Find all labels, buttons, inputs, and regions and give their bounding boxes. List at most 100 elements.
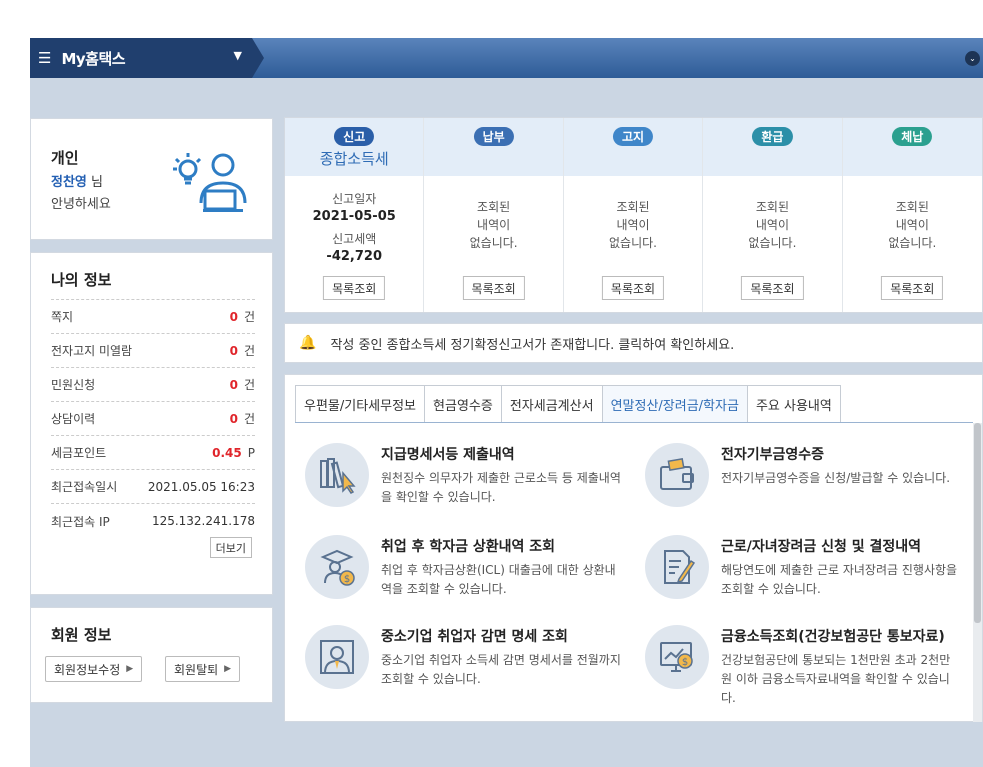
list-view-button[interactable]: 목록조회: [881, 276, 944, 300]
tab-year-end[interactable]: 연말정산/장려금/학자금: [601, 385, 747, 423]
info-row-message[interactable]: 쪽지 0건: [51, 300, 255, 334]
report-amount-label: 신고세액: [332, 232, 377, 246]
service-item-donation[interactable]: 전자기부금영수증 전자기부금영수증을 신청/발급할 수 있습니다.: [639, 443, 969, 523]
tab-bar: 우편물/기타세무정보 현금영수증 전자세금계산서 연말정산/장려금/학자금 주요…: [295, 385, 841, 423]
profile-card: 개인 정찬영 님 안녕하세요: [30, 118, 273, 240]
draft-notice-banner[interactable]: 🔔 작성 중인 종합소득세 정기확정신고서가 존재합니다. 클릭하여 확인하세요…: [284, 323, 983, 363]
member-info-title: 회원 정보: [51, 626, 112, 644]
service-item-title[interactable]: 지급명세서등 제출내역: [381, 445, 629, 465]
status-badge: 체납: [892, 127, 933, 146]
info-row-unit: 건: [243, 344, 255, 358]
status-col-refund: 환급 조회된 내역이 없습니다. 목록조회: [703, 118, 843, 312]
info-row-unit: 건: [243, 412, 255, 426]
scrollbar-thumb[interactable]: [974, 423, 981, 623]
service-item-financial-income[interactable]: $ 금융소득조회(건강보험공단 통보자료) 건강보험공단에 통보되는 1천만원 …: [639, 625, 969, 705]
empty-message: 없습니다.: [609, 236, 657, 250]
service-item-desc: 해당연도에 제출한 근로 자녀장려금 진행사항을 조회할 수 있습니다.: [721, 563, 958, 596]
service-item-title[interactable]: 취업 후 학자금 상환내역 조회: [381, 537, 629, 557]
my-hometax-menu[interactable]: ☰ My홈택스 ▼: [30, 38, 252, 78]
user-type-label: 개인: [51, 149, 79, 167]
edit-member-button[interactable]: 회원정보수정 ▶: [45, 656, 143, 682]
service-item-title[interactable]: 금융소득조회(건강보험공단 통보자료): [721, 627, 969, 647]
service-item-incentive[interactable]: 근로/자녀장려금 신청 및 결정내역 해당연도에 제출한 근로 자녀장려금 진행…: [639, 535, 969, 615]
wallet-icon: [645, 443, 709, 507]
service-item-desc: 건강보험공단에 통보되는 1천만원 초과 2천만원 이하 금융소득자료내역을 확…: [721, 653, 951, 705]
svg-text:$: $: [682, 657, 688, 668]
service-item-desc: 중소기업 취업자 소득세 감면 명세서를 전월까지 조회할 수 있습니다.: [381, 653, 621, 686]
service-item-desc: 취업 후 학자금상환(ICL) 대출금에 대한 상환내역을 조회할 수 있습니다…: [381, 563, 616, 596]
tab-mail[interactable]: 우편물/기타세무정보: [295, 385, 425, 423]
list-view-button[interactable]: 목록조회: [741, 276, 804, 300]
my-info-title: 나의 정보: [51, 271, 112, 289]
service-item-title[interactable]: 전자기부금영수증: [721, 445, 969, 465]
info-row-label: 최근접속일시: [51, 480, 118, 494]
status-badge: 고지: [612, 127, 654, 146]
info-row-petition[interactable]: 민원신청 0건: [51, 368, 255, 402]
books-cursor-icon: [305, 443, 369, 507]
empty-message: 내역이: [477, 218, 511, 232]
caret-down-icon[interactable]: ▼: [234, 49, 242, 62]
report-date-value: 2021-05-05: [312, 209, 396, 224]
info-row-label: 민원신청: [51, 378, 96, 392]
info-row-last-ip: 최근접속 IP 125.132.241.178: [51, 504, 255, 538]
tab-e-tax-invoice[interactable]: 전자세금계산서: [500, 385, 602, 423]
status-col-arrears: 체납 조회된 내역이 없습니다. 목록조회: [842, 118, 983, 312]
empty-message: 조회된: [477, 200, 511, 214]
document-pen-icon: [645, 535, 709, 599]
info-row-e-notice[interactable]: 전자고지 미열람 0건: [51, 334, 255, 368]
service-item-sme-employee[interactable]: 중소기업 취업자 감면 명세 조회 중소기업 취업자 소득세 감면 명세서를 전…: [299, 625, 629, 705]
user-lightbulb-icon: [173, 153, 247, 212]
list-view-button[interactable]: 목록조회: [323, 276, 386, 300]
app-title: My홈택스: [61, 49, 126, 68]
status-badge: 납부: [473, 127, 514, 146]
empty-message: 내역이: [895, 218, 929, 232]
chevron-down-icon[interactable]: ⌄: [965, 51, 980, 66]
tab-underline: [295, 422, 973, 423]
hamburger-icon[interactable]: ☰: [38, 49, 51, 67]
info-row-label: 쪽지: [51, 310, 74, 324]
last-access-value: 2021.05.05 16:23: [147, 479, 255, 494]
info-row-value[interactable]: 0.45: [212, 446, 242, 460]
brand-arrow: [252, 38, 264, 78]
empty-message: 없습니다.: [748, 236, 797, 250]
info-row-value[interactable]: 0: [230, 310, 238, 324]
list-view-button[interactable]: 목록조회: [601, 276, 665, 300]
withdraw-button[interactable]: 회원탈퇴 ▶: [165, 656, 241, 682]
service-item-title[interactable]: 중소기업 취업자 감면 명세 조회: [381, 627, 629, 647]
scrollbar[interactable]: [973, 423, 982, 722]
service-item-title[interactable]: 근로/자녀장려금 신청 및 결정내역: [721, 537, 969, 557]
tab-usage-history[interactable]: 주요 사용내역: [746, 385, 841, 423]
status-col-payment: 납부 조회된 내역이 없습니다. 목록조회: [424, 118, 564, 312]
chevron-right-icon: ▶: [224, 664, 232, 674]
chevron-right-icon: ▶: [126, 664, 134, 674]
graduate-coin-icon: $: [305, 535, 369, 599]
empty-message: 내역이: [616, 218, 650, 232]
status-badge: 신고: [334, 127, 375, 146]
status-sub-title: 종합소득세: [319, 150, 389, 168]
empty-message: 조회된: [895, 200, 929, 214]
info-row-value[interactable]: 0: [230, 412, 238, 426]
user-name-value: 정찬영: [51, 175, 87, 190]
svg-text:$: $: [344, 574, 350, 585]
service-item-student-loan[interactable]: $ 취업 후 학자금 상환내역 조회 취업 후 학자금상환(ICL) 대출금에 …: [299, 535, 629, 615]
empty-message: 조회된: [755, 200, 789, 214]
edit-member-label: 회원정보수정: [54, 662, 121, 677]
service-tabs-card: 우편물/기타세무정보 현금영수증 전자세금계산서 연말정산/장려금/학자금 주요…: [284, 374, 983, 722]
info-row-consult[interactable]: 상담이력 0건: [51, 402, 255, 436]
service-item-withholding[interactable]: 지급명세서등 제출내역 원천징수 의무자가 제출한 근로소득 등 제출내역을 확…: [299, 443, 629, 523]
info-row-label: 전자고지 미열람: [51, 344, 133, 358]
notice-text[interactable]: 작성 중인 종합소득세 정기확정신고서가 존재합니다. 클릭하여 확인하세요.: [330, 334, 734, 353]
top-bar: ☰ My홈택스 ▼ ⌄: [30, 38, 983, 78]
user-name: 정찬영 님: [51, 171, 103, 190]
service-item-desc: 원천징수 의무자가 제출한 근로소득 등 제출내역을 확인할 수 있습니다.: [381, 471, 621, 504]
list-view-button[interactable]: 목록조회: [462, 276, 525, 300]
status-badge: 환급: [752, 127, 793, 146]
info-row-tax-point[interactable]: 세금포인트 0.45 P: [51, 436, 255, 470]
info-row-value[interactable]: 0: [230, 344, 238, 358]
my-info-list: 쪽지 0건 전자고지 미열람 0건 민원신청 0건 상담이력 0건 세금포인트 …: [51, 299, 255, 538]
info-row-value[interactable]: 0: [230, 378, 238, 392]
more-button[interactable]: 더보기: [209, 537, 252, 558]
last-ip-value: 125.132.241.178: [151, 514, 255, 528]
tab-cash-receipt[interactable]: 현금영수증: [424, 385, 501, 423]
service-item-desc: 전자기부금영수증을 신청/발급할 수 있습니다.: [721, 471, 951, 485]
